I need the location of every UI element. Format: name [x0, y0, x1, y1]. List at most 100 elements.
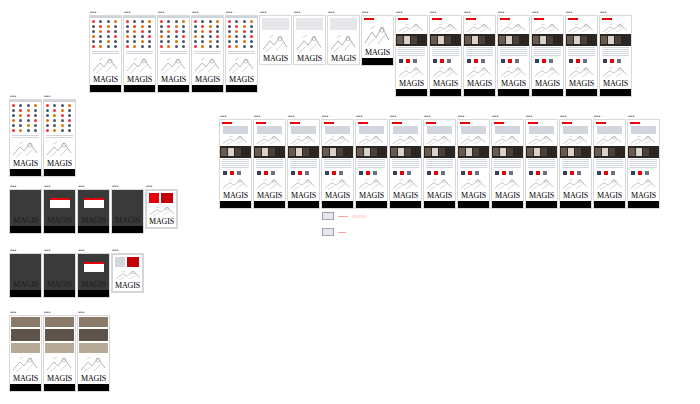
- artboard[interactable]: •••MAGIS: [78, 308, 109, 391]
- artboard[interactable]: •••MAGIS: [220, 112, 251, 208]
- sketch-illustration: [78, 354, 109, 374]
- sketch-illustration: [254, 177, 285, 191]
- magis-logo: MAGIS: [594, 191, 625, 201]
- artboard[interactable]: •••MAGIS: [192, 8, 223, 92]
- photo: [79, 343, 108, 353]
- magis-logo: MAGIS: [112, 216, 143, 226]
- artboard[interactable]: •••MAGIS: [498, 8, 529, 96]
- artboard-label: •••: [10, 92, 41, 100]
- artboard[interactable]: •••MAGIS: [10, 92, 41, 176]
- artboard[interactable]: •••MAGIS: [464, 8, 495, 96]
- artboard[interactable]: •••MAGIS: [10, 246, 41, 297]
- footer: [600, 89, 631, 96]
- artboard[interactable]: •••MAGIS: [424, 112, 455, 208]
- photo: [79, 329, 108, 341]
- footer: [220, 201, 251, 208]
- footer: [10, 290, 41, 297]
- artboard[interactable]: •••MAGIS: [158, 8, 189, 92]
- sketch-illustration: [220, 177, 251, 191]
- footer: [158, 85, 189, 92]
- artboard[interactable]: •••MAGIS: [390, 112, 421, 208]
- artboard[interactable]: •••MAGIS: [560, 112, 591, 208]
- magis-logo: MAGIS: [10, 216, 41, 226]
- sketch-illustration: [113, 269, 144, 281]
- magis-logo: MAGIS: [44, 216, 75, 226]
- modal: [84, 262, 104, 272]
- artboard[interactable]: ••• MAGIS: [628, 112, 659, 208]
- sketch-illustration: [566, 65, 597, 79]
- sketch-illustration: [498, 65, 529, 79]
- magis-logo: MAGIS: [294, 54, 325, 64]
- hero-band: [498, 34, 529, 46]
- product-image: [563, 126, 588, 134]
- artboard[interactable]: •••MAGIS: [458, 112, 489, 208]
- canvas[interactable]: ••• MAGIS ••• MAGIS ••• MAGIS ••• MAGIS ••• MAGIS…: [0, 0, 700, 404]
- artboard[interactable]: •••MAGIS: [112, 182, 143, 233]
- artboard-label: •••: [124, 8, 155, 16]
- artboard-label: •••: [90, 8, 121, 16]
- magis-logo: MAGIS: [628, 191, 659, 201]
- artboard[interactable]: •••MAGIS: [78, 246, 109, 297]
- footer: [192, 85, 223, 92]
- artboard-label: •••: [294, 8, 325, 16]
- text-lines: [532, 46, 563, 57]
- product-image: [495, 126, 520, 134]
- artboard[interactable]: •••MAGIS: [396, 8, 427, 96]
- artboard[interactable]: •••MAGIS: [112, 246, 143, 292]
- hero-band: [464, 34, 495, 46]
- product-image: [631, 126, 656, 134]
- artboard[interactable]: •••MAGIS: [146, 182, 177, 228]
- hero-band: [322, 146, 353, 158]
- artboard[interactable]: •••MAGIS: [254, 112, 285, 208]
- artboard-label: •••: [44, 246, 75, 254]
- magis-logo: MAGIS: [192, 75, 223, 85]
- sketch-illustration: [260, 32, 291, 54]
- modal: [84, 198, 104, 208]
- artboard[interactable]: •••MAGIS: [44, 92, 75, 176]
- artboard[interactable]: •••MAGIS: [492, 112, 523, 208]
- artboard[interactable]: •••MAGIS: [566, 8, 597, 96]
- artboard[interactable]: •••MAGIS: [356, 112, 387, 208]
- artboard-label: •••: [10, 308, 41, 316]
- text-lines: [430, 46, 461, 57]
- artboard[interactable]: •••MAGIS: [362, 8, 393, 65]
- magis-logo: MAGIS: [44, 159, 75, 169]
- text-lines: [390, 158, 421, 169]
- sketch-illustration: [532, 22, 563, 34]
- artboard[interactable]: •••MAGIS: [44, 246, 75, 297]
- artboard[interactable]: •••MAGIS: [78, 182, 109, 233]
- artboard[interactable]: •••MAGIS: [44, 308, 75, 391]
- footer: [356, 201, 387, 208]
- sketch-illustration: [322, 134, 353, 146]
- text-lines: [396, 46, 427, 57]
- footer: [226, 85, 257, 92]
- sketch-illustration: [526, 134, 557, 146]
- artboard[interactable]: •••MAGIS: [600, 8, 631, 96]
- footer: [112, 226, 143, 233]
- sketch-illustration: [424, 134, 455, 146]
- artboard[interactable]: •••MAGIS: [90, 8, 121, 92]
- text-lines: [322, 158, 353, 169]
- artboard[interactable]: •••MAGIS: [226, 8, 257, 92]
- product-image: [529, 126, 554, 134]
- artboard[interactable]: •••MAGIS: [44, 182, 75, 233]
- artboard[interactable]: •••MAGIS: [430, 8, 461, 96]
- artboard[interactable]: •••MAGIS: [526, 112, 557, 208]
- artboard[interactable]: •••MAGIS: [124, 8, 155, 92]
- artboard[interactable]: ••• MAGIS: [594, 112, 625, 208]
- footer: [124, 85, 155, 92]
- artboard-label: •••: [628, 112, 659, 120]
- artboard-label: •••: [158, 8, 189, 16]
- artboard-label: •••: [260, 8, 291, 16]
- magis-logo: MAGIS: [356, 191, 387, 201]
- artboard[interactable]: •••MAGIS: [532, 8, 563, 96]
- artboard[interactable]: •••MAGIS: [288, 112, 319, 208]
- hero-band: [396, 34, 427, 46]
- artboard[interactable]: ••• MAGIS: [294, 8, 325, 64]
- artboard-label: •••: [594, 112, 625, 120]
- artboard[interactable]: •••MAGIS: [260, 8, 291, 64]
- artboard[interactable]: •••MAGIS: [322, 112, 353, 208]
- artboard[interactable]: •••MAGIS: [328, 8, 359, 64]
- artboard[interactable]: •••MAGIS: [10, 308, 41, 391]
- artboard[interactable]: •••MAGIS: [10, 182, 41, 233]
